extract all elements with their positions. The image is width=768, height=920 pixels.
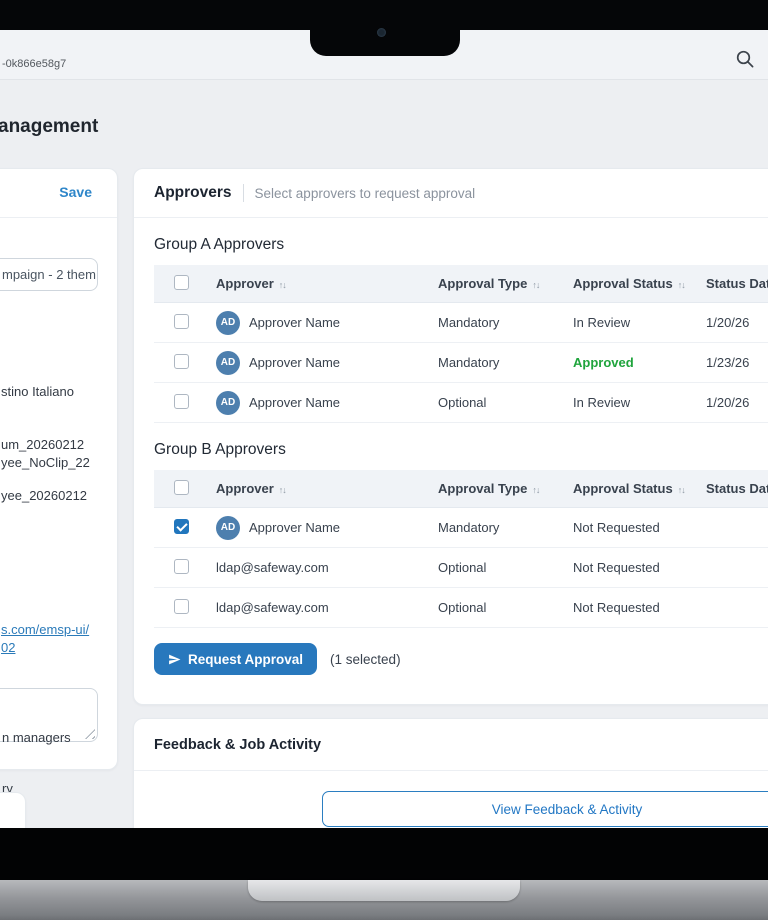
sort-icon[interactable]: ↑↓: [279, 280, 286, 290]
selected-count-text: (1 selected): [330, 652, 401, 667]
column-status-date[interactable]: Status Date↑↓: [706, 481, 768, 496]
table-row: AD Approver Name Mandatory Approved 1/23/…: [154, 343, 768, 383]
approval-status: Approved: [573, 355, 706, 370]
session-id-text: -0k866e58g7: [2, 58, 66, 70]
approver-name: ldap@safeway.com: [216, 600, 329, 615]
approval-type: Optional: [438, 395, 573, 410]
group-a-title: Group A Approvers: [154, 236, 768, 254]
approval-type: Mandatory: [438, 520, 573, 535]
webcam-notch: [310, 0, 460, 56]
approval-status: In Review: [573, 315, 706, 330]
column-status-date[interactable]: Status Date↑↓: [706, 276, 768, 291]
approval-type: Optional: [438, 600, 573, 615]
group-b-title: Group B Approvers: [154, 441, 768, 459]
send-icon: [168, 653, 181, 666]
view-feedback-button[interactable]: View Feedback & Activity: [322, 791, 768, 827]
page-title: anagement: [0, 116, 98, 138]
notes-line-1: n managers: [2, 729, 91, 746]
row-checkbox[interactable]: [174, 314, 189, 329]
left-panel-header: Save: [0, 169, 117, 218]
table-row: AD Approver Name Mandatory In Review 1/20…: [154, 303, 768, 343]
status-date: 1/23/26: [706, 355, 768, 370]
notes-textarea[interactable]: n managers ry: [0, 688, 98, 742]
approval-status: Not Requested: [573, 600, 706, 615]
status-date: 1/20/26: [706, 395, 768, 410]
column-approver[interactable]: Approver↑↓: [216, 276, 438, 291]
column-approval-type[interactable]: Approval Type↑↓: [438, 481, 573, 496]
row-checkbox[interactable]: [174, 394, 189, 409]
approver-name: ldap@safeway.com: [216, 560, 329, 575]
avatar: AD: [216, 351, 240, 375]
group-b-table: Approver↑↓ Approval Type↑↓ Approval Stat…: [154, 470, 768, 628]
approval-type: Mandatory: [438, 355, 573, 370]
column-approval-status[interactable]: Approval Status↑↓: [573, 276, 706, 291]
avatar: AD: [216, 516, 240, 540]
approval-status: In Review: [573, 395, 706, 410]
approver-name: Approver Name: [249, 520, 340, 535]
table-header-row: Approver↑↓ Approval Type↑↓ Approval Stat…: [154, 265, 768, 303]
owner-name-text: stino Italiano: [1, 384, 74, 399]
approvers-header: Approvers Select approvers to request ap…: [134, 169, 768, 218]
group-a-table: Approver↑↓ Approval Type↑↓ Approval Stat…: [154, 265, 768, 423]
sort-icon[interactable]: ↑↓: [532, 280, 539, 290]
row-checkbox[interactable]: [174, 519, 189, 534]
laptop-bottom-bezel: [0, 828, 768, 880]
sort-icon[interactable]: ↑↓: [532, 485, 539, 495]
file-name-text-2: yee_NoClip_22: [1, 455, 90, 470]
left-details-panel: Save mpaign - 2 them stino Italiano um_2…: [0, 168, 118, 770]
table-row: ldap@safeway.com Optional Not Requested: [154, 588, 768, 628]
file-name-text-1: um_20260212: [1, 437, 84, 452]
approval-type: Optional: [438, 560, 573, 575]
approvers-subtitle: Select approvers to request approval: [255, 186, 476, 201]
laptop-hinge: [248, 880, 520, 901]
row-checkbox[interactable]: [174, 354, 189, 369]
column-approval-status[interactable]: Approval Status↑↓: [573, 481, 706, 496]
approver-name: Approver Name: [249, 315, 340, 330]
file-name-text-3: yee_20260212: [1, 488, 87, 503]
laptop-stand: [0, 880, 768, 920]
approvers-title: Approvers: [154, 184, 232, 202]
select-all-checkbox[interactable]: [174, 275, 189, 290]
header-divider: [243, 184, 244, 202]
table-header-row: Approver↑↓ Approval Type↑↓ Approval Stat…: [154, 470, 768, 508]
status-date: 1/20/26: [706, 315, 768, 330]
sort-icon[interactable]: ↑↓: [279, 485, 286, 495]
sort-icon[interactable]: ↑↓: [678, 485, 685, 495]
approval-type: Mandatory: [438, 315, 573, 330]
campaign-select[interactable]: mpaign - 2 them: [0, 258, 98, 291]
emsp-link-line-1[interactable]: s.com/emsp-ui/: [1, 622, 89, 637]
table-row: AD Approver Name Mandatory Not Requested: [154, 508, 768, 548]
approver-name: Approver Name: [249, 355, 340, 370]
request-approval-row: Request Approval (1 selected): [154, 643, 768, 675]
approval-status: Not Requested: [573, 520, 706, 535]
avatar: AD: [216, 391, 240, 415]
select-all-checkbox[interactable]: [174, 480, 189, 495]
row-checkbox[interactable]: [174, 599, 189, 614]
save-button[interactable]: Save: [59, 184, 92, 200]
column-approver[interactable]: Approver↑↓: [216, 481, 438, 496]
table-row: ldap@safeway.com Optional Not Requested: [154, 548, 768, 588]
feedback-header: Feedback & Job Activity: [134, 719, 768, 771]
webcam-icon: [377, 28, 386, 37]
table-row: AD Approver Name Optional In Review 1/20/…: [154, 383, 768, 423]
search-icon[interactable]: [734, 48, 758, 72]
request-approval-button[interactable]: Request Approval: [154, 643, 317, 675]
sort-icon[interactable]: ↑↓: [678, 280, 685, 290]
column-approval-type[interactable]: Approval Type↑↓: [438, 276, 573, 291]
avatar: AD: [216, 311, 240, 335]
approver-name: Approver Name: [249, 395, 340, 410]
feedback-title: Feedback & Job Activity: [154, 737, 321, 753]
row-checkbox[interactable]: [174, 559, 189, 574]
emsp-link-line-2[interactable]: 02: [1, 640, 15, 655]
approval-status: Not Requested: [573, 560, 706, 575]
approvers-panel: Approvers Select approvers to request ap…: [133, 168, 768, 705]
